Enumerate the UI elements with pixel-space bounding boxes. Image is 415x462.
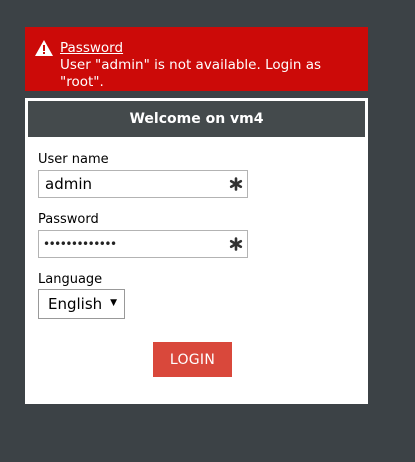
alert-message: User "admin" is not available. Login as …	[60, 57, 322, 90]
login-button[interactable]: LOGIN	[153, 342, 232, 377]
language-select[interactable]: English ▼	[38, 289, 125, 319]
login-panel: Welcome on vm4 User name Password ••••••…	[25, 98, 368, 404]
warning-icon	[35, 40, 53, 56]
panel-title: Welcome on vm4	[28, 101, 365, 137]
chevron-down-icon: ▼	[110, 298, 117, 308]
language-label: Language	[38, 272, 103, 287]
password-field[interactable]: •••••••••••••	[38, 230, 248, 258]
username-input[interactable]	[45, 174, 225, 194]
error-alert: Password User "admin" is not available. …	[25, 27, 368, 91]
asterisk-icon	[229, 177, 243, 191]
alert-password-link[interactable]: Password	[60, 40, 360, 57]
alert-text: Password User "admin" is not available. …	[60, 40, 360, 91]
password-input[interactable]: •••••••••••••	[43, 237, 117, 251]
password-label: Password	[38, 212, 99, 227]
username-label: User name	[38, 152, 109, 167]
language-selected-value: English	[48, 295, 103, 313]
asterisk-icon	[229, 237, 243, 251]
username-field[interactable]	[38, 170, 248, 198]
